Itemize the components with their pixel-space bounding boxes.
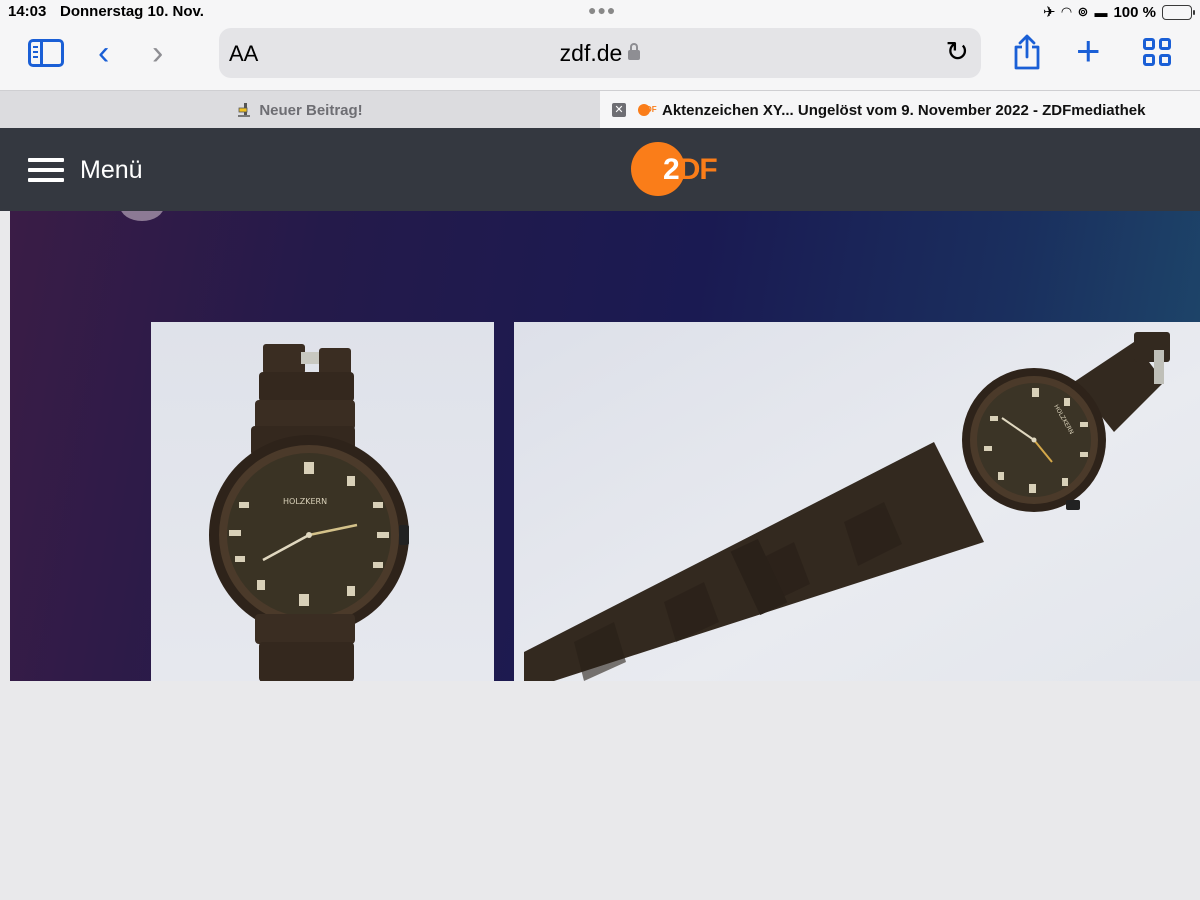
tab-neuer-beitrag[interactable]: Neuer Beitrag!: [0, 91, 600, 129]
tab-strip: Neuer Beitrag! ✕ DF Aktenzeichen XY... U…: [0, 90, 1200, 129]
zdf-favicon-icon: DF: [638, 104, 657, 116]
status-date: Donnerstag 10. Nov.: [60, 3, 204, 20]
tab-title: Aktenzeichen XY... Ungelöst vom 9. Novem…: [662, 101, 1146, 119]
airplane-icon: ✈: [1042, 4, 1056, 21]
sleep-mode-icon: ▬: [1094, 4, 1108, 20]
hammer-favicon-icon: [237, 102, 253, 118]
sidebar-toggle-icon[interactable]: [28, 39, 64, 67]
status-bar: 14:03 Donnerstag 10. Nov. ●●● ✈ ◠ ⊚ ▬ 10…: [0, 0, 1200, 24]
url-text: zdf.de: [559, 40, 623, 66]
page-blank-area: [0, 681, 1200, 900]
new-tab-plus-icon[interactable]: +: [1076, 30, 1101, 72]
zdf-logo[interactable]: 2DF: [631, 142, 731, 198]
browser-toolbar: ‹ › AA zdf.de ↻ +: [0, 24, 1200, 90]
watch-front-photo: HOLZKERN: [151, 322, 494, 681]
tab-aktenzeichen-xy[interactable]: ✕ DF Aktenzeichen XY... Ungelöst vom 9. …: [600, 91, 1200, 129]
hamburger-menu-icon[interactable]: [28, 158, 64, 182]
reload-icon[interactable]: ↻: [946, 38, 969, 66]
battery-percentage: 100 %: [1113, 3, 1156, 21]
lock-icon: [628, 43, 641, 60]
back-chevron-icon[interactable]: ‹: [98, 36, 109, 70]
status-time: 14:03: [8, 3, 47, 20]
orientation-lock-icon: ⊚: [1077, 4, 1089, 19]
url-field[interactable]: zdf.de: [219, 40, 981, 67]
tab-overview-icon[interactable]: [1143, 38, 1173, 68]
status-indicators: ✈ ◠ ⊚ ▬ 100 %: [1042, 3, 1195, 21]
wifi-icon: ◠: [1061, 4, 1072, 19]
share-icon[interactable]: [1012, 34, 1042, 70]
content-stage: HOLZKERN HOLZKERN: [10, 211, 1200, 681]
tab-title: Neuer Beitrag!: [259, 101, 363, 119]
decorative-circle: [120, 211, 164, 221]
close-tab-icon[interactable]: ✕: [612, 103, 626, 117]
multitasking-dots-icon[interactable]: ●●●: [588, 2, 616, 18]
watch-band-photo: HOLZKERN: [514, 322, 1200, 681]
site-header: Menü 2DF: [0, 128, 1200, 211]
address-bar[interactable]: AA zdf.de ↻: [219, 28, 981, 78]
battery-icon: [1162, 4, 1195, 20]
forward-chevron-icon[interactable]: ›: [152, 36, 163, 70]
dial-brand-text: HOLZKERN: [283, 497, 327, 506]
menu-button[interactable]: Menü: [80, 156, 143, 185]
